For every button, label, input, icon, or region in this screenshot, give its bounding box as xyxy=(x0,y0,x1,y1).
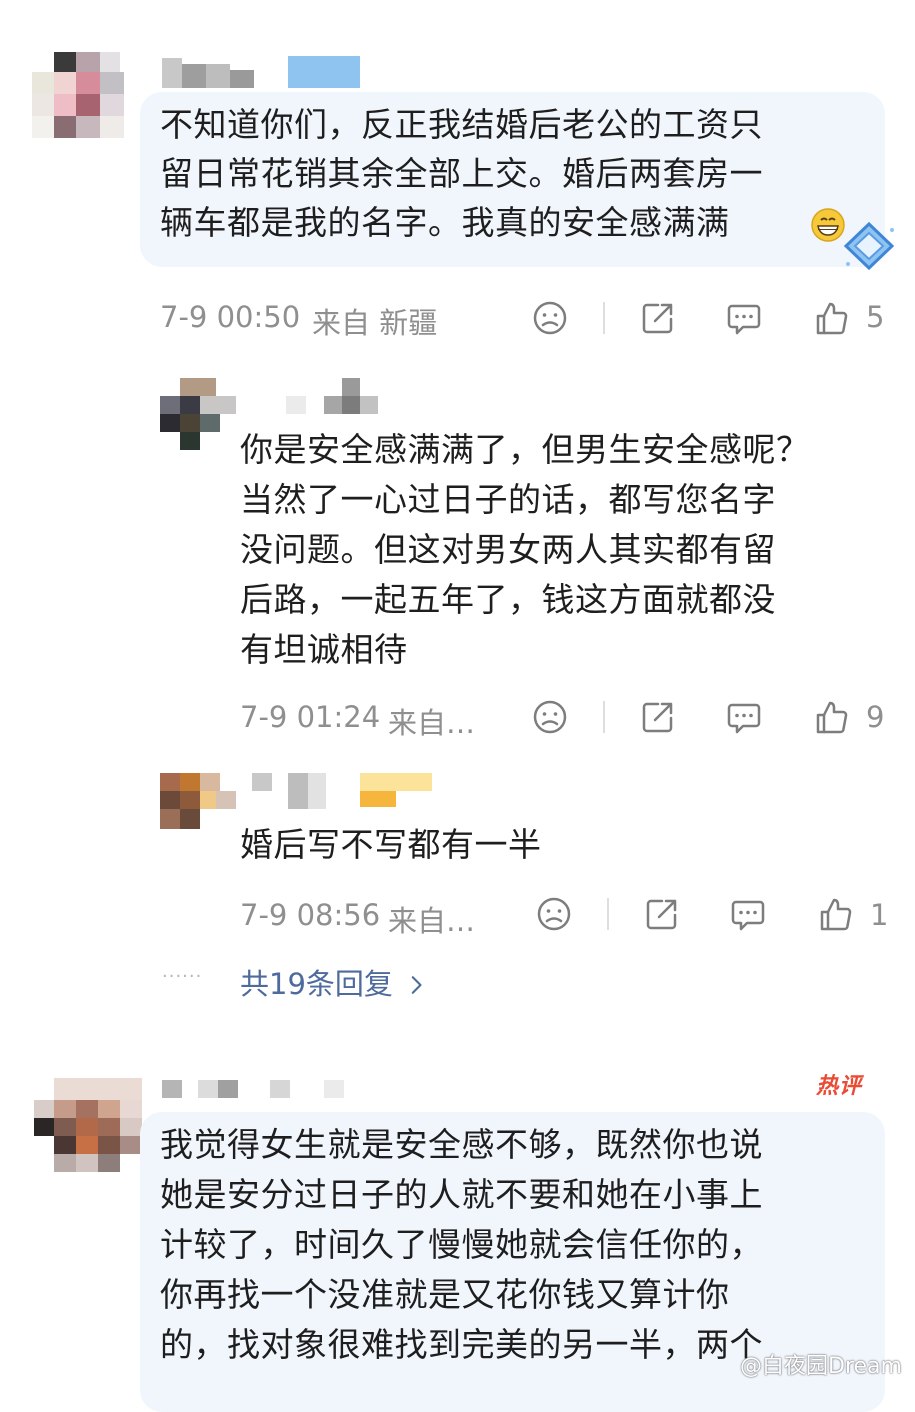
comment-text-line: 的，找对象很难找到完美的另一半，两个 xyxy=(160,1325,763,1364)
hot-comment-badge: 热评 xyxy=(816,1074,863,1099)
comment-text-line: 我觉得女生就是安全感不够，既然你也说 xyxy=(160,1125,763,1164)
username[interactable] xyxy=(286,378,378,414)
like-count: 9 xyxy=(866,700,885,734)
like-icon[interactable] xyxy=(812,697,852,737)
reply-text-line: 后路，一起五年了，钱这方面就都没 xyxy=(240,580,776,619)
divider xyxy=(603,701,605,733)
reply-text-line: 婚后写不写都有一半 xyxy=(240,825,542,864)
watermark: @白夜园Dream xyxy=(740,1354,902,1379)
divider xyxy=(607,898,609,930)
chevron-right-icon xyxy=(410,969,424,1003)
comment-text-line: 计较了，时间久了慢慢她就会信任你的， xyxy=(160,1225,763,1264)
like-count: 5 xyxy=(866,300,885,334)
member-badge-icon xyxy=(360,773,432,807)
like-count: 1 xyxy=(870,898,889,932)
username[interactable] xyxy=(252,773,334,809)
dislike-icon[interactable] xyxy=(530,298,570,338)
comment-location: 来自… xyxy=(388,904,476,938)
comment-icon[interactable] xyxy=(728,894,768,934)
avatar[interactable] xyxy=(34,1078,142,1172)
like-icon[interactable] xyxy=(816,894,856,934)
more-replies-dots: ······ xyxy=(162,966,203,987)
avatar[interactable] xyxy=(160,378,236,450)
member-badge-icon xyxy=(288,56,360,88)
dislike-icon[interactable] xyxy=(530,697,570,737)
comment-time: 7-9 08:56 xyxy=(240,898,381,932)
more-replies-label: 共19条回复 xyxy=(240,967,393,1001)
comment-location: 来自… xyxy=(388,706,476,740)
avatar[interactable] xyxy=(160,773,236,829)
comment-text-line: 不知道你们，反正我结婚后老公的工资只 xyxy=(160,105,763,144)
reply-text-line: 没问题。但这对男女两人其实都有留 xyxy=(240,530,776,569)
divider xyxy=(603,302,605,334)
comment-time: 7-9 00:50 xyxy=(160,300,301,334)
share-icon[interactable] xyxy=(638,697,678,737)
share-icon[interactable] xyxy=(638,298,678,338)
comment-text-line: 你再找一个没准就是又花你钱又算计你 xyxy=(160,1275,730,1314)
comment-time: 7-9 01:24 xyxy=(240,700,381,734)
reply-text-line: 你是安全感满满了，但男生安全感呢？ xyxy=(240,430,810,469)
username[interactable] xyxy=(162,58,254,88)
avatar[interactable] xyxy=(32,52,132,148)
comment-icon[interactable] xyxy=(724,298,764,338)
comment-location: 来自 新疆 xyxy=(312,306,438,340)
username[interactable] xyxy=(162,1080,358,1098)
comment-icon[interactable] xyxy=(724,697,764,737)
comment-text-line: 她是安分过日子的人就不要和她在小事上 xyxy=(160,1175,763,1214)
dislike-icon[interactable] xyxy=(534,894,574,934)
reply-text-line: 当然了一心过日子的话，都写您名字 xyxy=(240,480,776,519)
like-icon[interactable] xyxy=(812,298,852,338)
share-icon[interactable] xyxy=(642,894,682,934)
reply-text-line: 有坦诚相待 xyxy=(240,630,408,669)
more-replies-link[interactable]: 共19条回复 xyxy=(240,961,424,1003)
comment-text-line: 留日常花销其余全部上交。婚后两套房一 xyxy=(160,154,763,193)
diamond-badge-icon xyxy=(840,220,898,272)
comment-text-line: 辆车都是我的名字。我真的安全感满满 xyxy=(160,203,730,242)
